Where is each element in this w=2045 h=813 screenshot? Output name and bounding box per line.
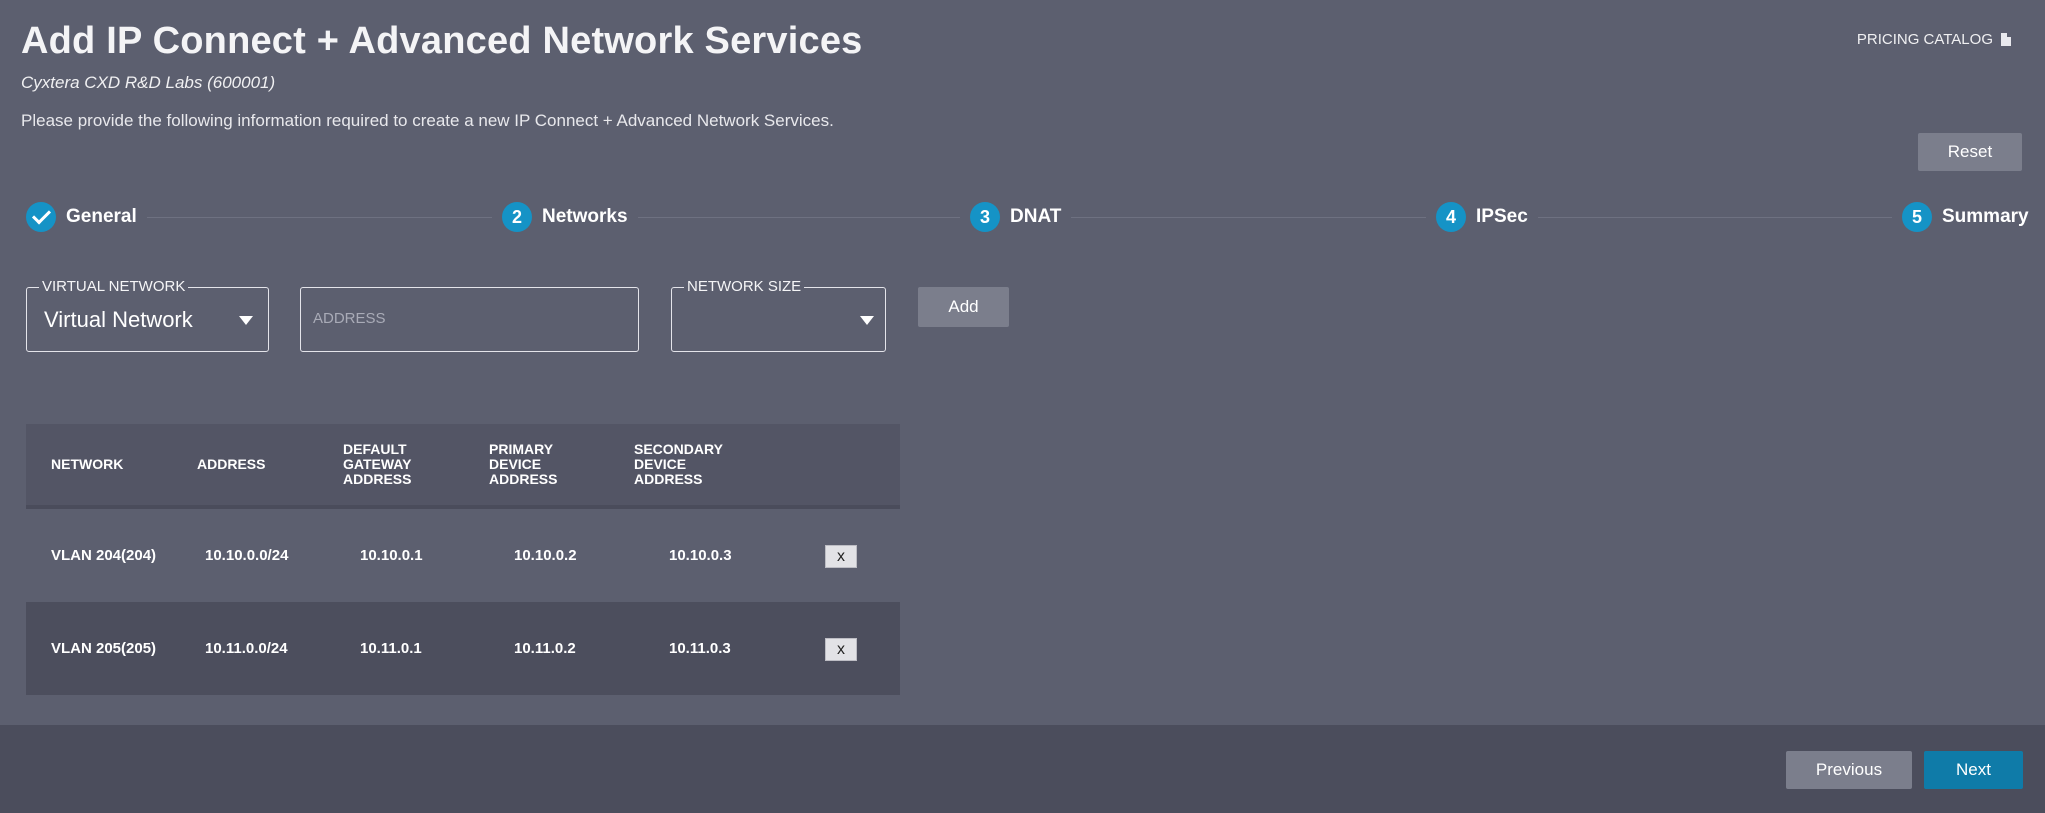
account-subtitle: Cyxtera CXD R&D Labs (600001) bbox=[21, 73, 276, 92]
step-dnat[interactable]: 3 DNAT bbox=[960, 202, 1072, 232]
cell-secondary: 10.11.0.3 bbox=[669, 640, 731, 657]
cell-primary: 10.10.0.2 bbox=[514, 547, 577, 564]
cell-primary: 10.11.0.2 bbox=[514, 640, 576, 657]
address-placeholder: ADDRESS bbox=[313, 310, 386, 327]
add-network-button[interactable]: Add bbox=[918, 287, 1009, 327]
table-header: NETWORK ADDRESS DEFAULT GATEWAY ADDRESS … bbox=[26, 424, 900, 509]
column-header-network: NETWORK bbox=[51, 456, 124, 472]
cell-secondary: 10.10.0.3 bbox=[669, 547, 732, 564]
step-number-badge: 5 bbox=[1902, 202, 1932, 232]
wizard-stepper: General 2 Networks 3 DNAT 4 IPSec 5 Summ… bbox=[26, 202, 2029, 234]
virtual-network-select[interactable]: VIRTUAL NETWORK Virtual Network bbox=[26, 278, 269, 352]
network-size-select[interactable]: NETWORK SIZE bbox=[671, 278, 886, 352]
step-label-dnat: DNAT bbox=[1010, 206, 1062, 227]
column-header-primary-device: PRIMARY DEVICE ADDRESS bbox=[489, 441, 558, 487]
cell-gateway: 10.11.0.1 bbox=[360, 640, 422, 657]
previous-button[interactable]: Previous bbox=[1786, 751, 1912, 789]
page-title: Add IP Connect + Advanced Network Servic… bbox=[21, 20, 863, 62]
column-header-secondary-device: SECONDARY DEVICE ADDRESS bbox=[634, 441, 723, 487]
step-ipsec[interactable]: 4 IPSec bbox=[1426, 202, 1538, 232]
cell-gateway: 10.10.0.1 bbox=[360, 547, 423, 564]
page-description: Please provide the following information… bbox=[21, 111, 834, 130]
address-input[interactable]: ADDRESS bbox=[300, 287, 639, 352]
networks-table: NETWORK ADDRESS DEFAULT GATEWAY ADDRESS … bbox=[26, 424, 900, 695]
cell-network: VLAN 204(204) bbox=[51, 547, 157, 564]
step-general[interactable]: General bbox=[26, 202, 147, 232]
column-header-address: ADDRESS bbox=[197, 456, 266, 472]
pricing-catalog-label: PRICING CATALOG bbox=[1856, 31, 1993, 48]
step-number-badge: 2 bbox=[502, 202, 532, 232]
column-header-default-gateway: DEFAULT GATEWAY ADDRESS bbox=[343, 441, 412, 487]
wizard-footer bbox=[0, 725, 2045, 813]
step-complete-check-icon bbox=[26, 202, 56, 232]
step-networks[interactable]: 2 Networks bbox=[492, 202, 638, 232]
table-row: VLAN 204(204) 10.10.0.0/24 10.10.0.1 10.… bbox=[26, 509, 900, 602]
network-size-label: NETWORK SIZE bbox=[684, 278, 805, 295]
cell-address: 10.10.0.0/24 bbox=[205, 547, 289, 564]
step-label-ipsec: IPSec bbox=[1476, 206, 1528, 227]
virtual-network-label: VIRTUAL NETWORK bbox=[39, 278, 189, 295]
step-label-general: General bbox=[66, 206, 137, 227]
virtual-network-value: Virtual Network bbox=[44, 307, 193, 332]
step-number-badge: 3 bbox=[970, 202, 1000, 232]
pricing-catalog-link[interactable]: PRICING CATALOG bbox=[1857, 31, 2011, 48]
chevron-down-icon bbox=[239, 316, 253, 325]
next-button[interactable]: Next bbox=[1924, 751, 2023, 789]
cell-network: VLAN 205(205) bbox=[51, 640, 157, 657]
delete-row-button[interactable]: x bbox=[825, 545, 857, 568]
main-content: Add IP Connect + Advanced Network Servic… bbox=[0, 0, 2045, 725]
reset-button[interactable]: Reset bbox=[1918, 133, 2022, 171]
pdf-file-icon bbox=[2001, 33, 2011, 46]
chevron-down-icon bbox=[860, 316, 874, 325]
delete-row-button[interactable]: x bbox=[825, 638, 857, 661]
step-label-summary: Summary bbox=[1942, 206, 2029, 227]
table-row: VLAN 205(205) 10.11.0.0/24 10.11.0.1 10.… bbox=[26, 602, 900, 695]
step-number-badge: 4 bbox=[1436, 202, 1466, 232]
cell-address: 10.11.0.0/24 bbox=[205, 640, 288, 657]
step-label-networks: Networks bbox=[542, 206, 628, 227]
step-summary[interactable]: 5 Summary bbox=[1892, 202, 2029, 232]
